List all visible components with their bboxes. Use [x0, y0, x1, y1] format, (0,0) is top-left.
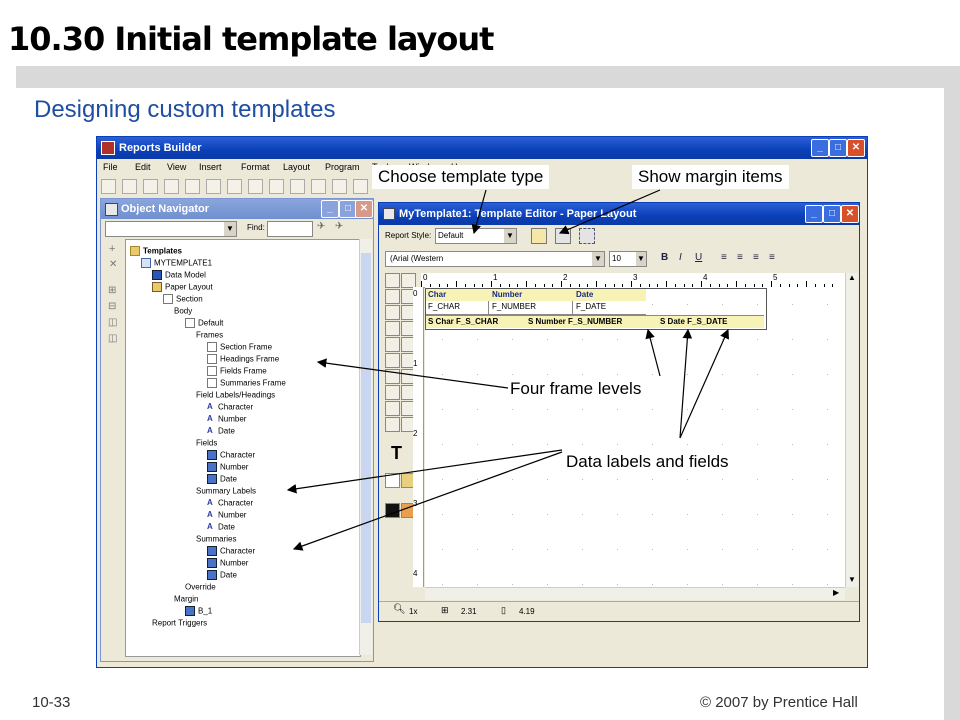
- slide-number: 10-33: [32, 694, 71, 711]
- callout-arrows: [286, 189, 729, 551]
- arrow-summaries: [292, 451, 563, 551]
- arrow-margin-items: [558, 189, 661, 235]
- copyright: © 2007 by Prentice Hall: [700, 694, 858, 711]
- arrow-template-type: [471, 189, 487, 235]
- arrow-frame-levels-nav: [316, 358, 509, 389]
- arrow-summary-labels: [286, 449, 563, 494]
- arrow-frame-levels-canvas: [645, 328, 661, 377]
